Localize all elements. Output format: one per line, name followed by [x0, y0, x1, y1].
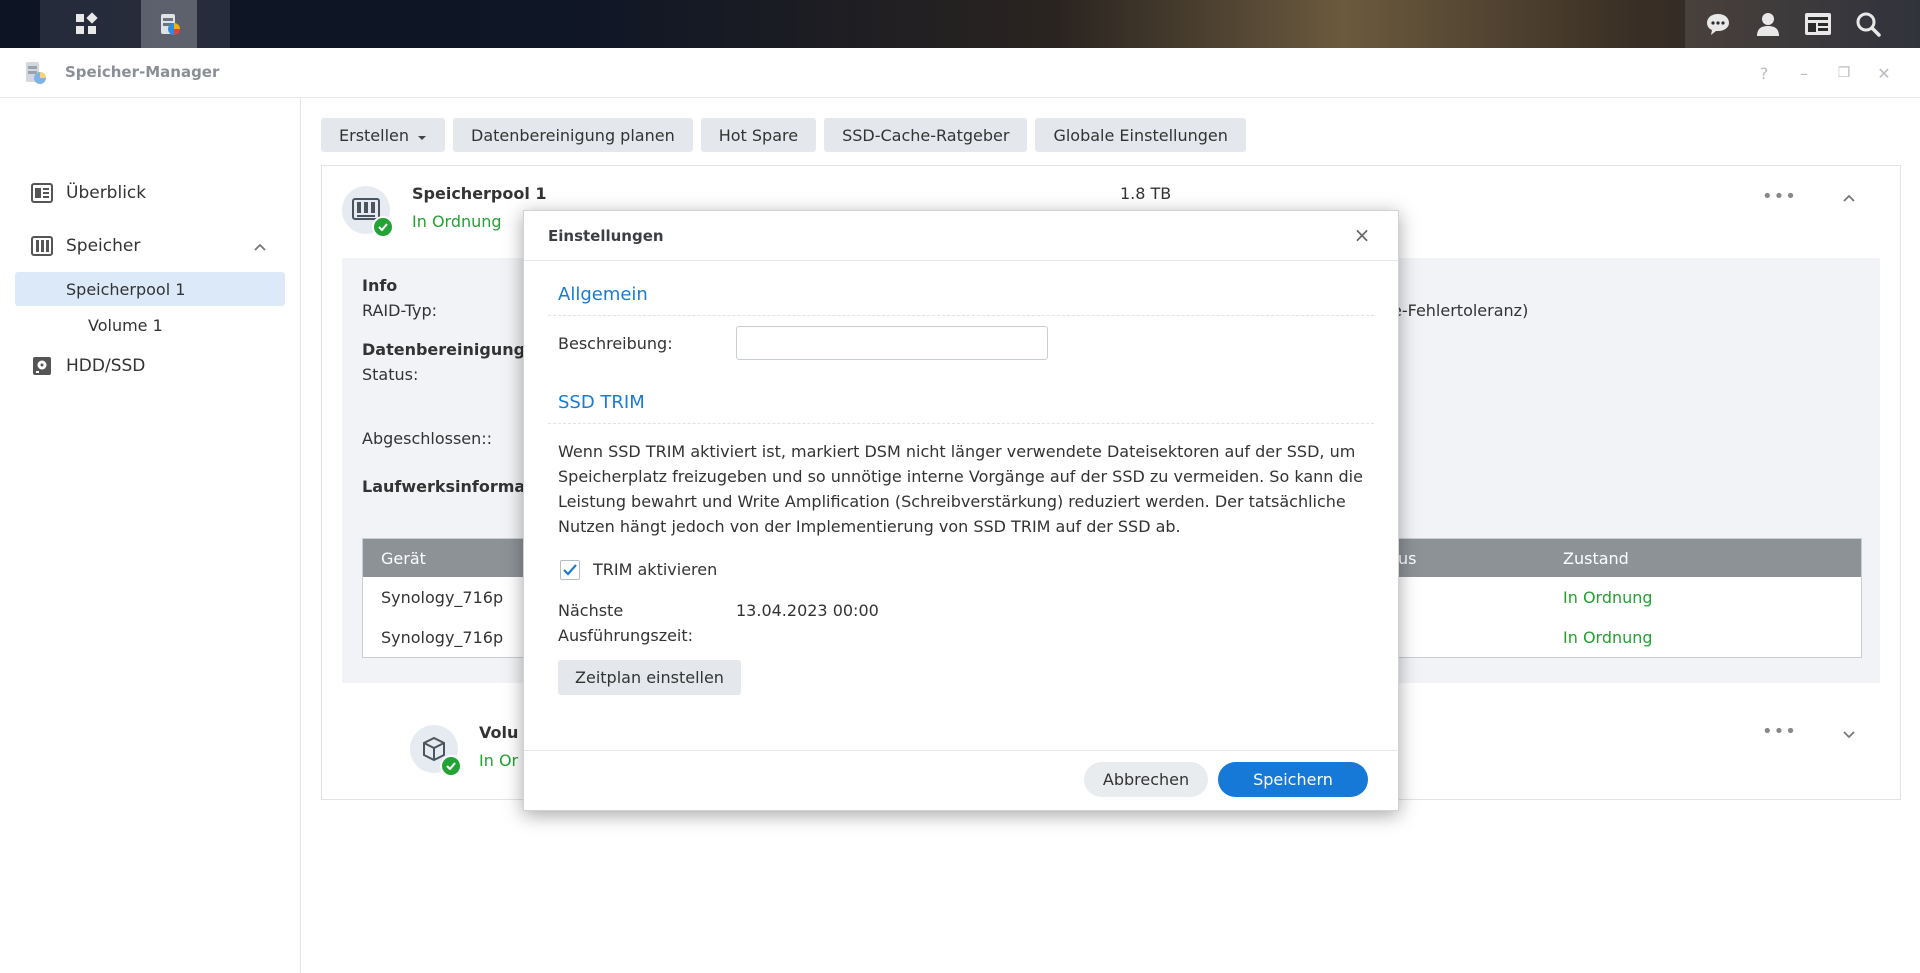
raid-type-value: e-Fehlertoleranz)	[1392, 301, 1529, 320]
next-run-label-line1: Nächste	[558, 601, 624, 620]
cancel-button[interactable]: Abbrechen	[1084, 762, 1208, 797]
chevron-down-icon[interactable]	[1842, 725, 1856, 744]
global-settings-button[interactable]: Globale Einstellungen	[1035, 118, 1246, 152]
section-divider	[548, 423, 1374, 424]
window-title: Speicher-Manager	[65, 63, 220, 81]
trim-checkbox-label[interactable]: TRIM aktivieren	[593, 560, 717, 579]
sidebar: Überblick Speicher Speicherpool 1 Volume…	[0, 98, 301, 973]
col-device: Gerät	[381, 549, 426, 568]
caret-down-icon	[417, 126, 427, 145]
chat-icon[interactable]	[1700, 0, 1736, 48]
storage-icon	[30, 234, 54, 258]
dialog-divider	[524, 260, 1398, 261]
dialog-title: Einstellungen	[548, 227, 664, 245]
info-heading: Info	[362, 276, 398, 295]
volume-name: Volu	[479, 723, 519, 742]
state-cell: In Ordnung	[1563, 588, 1653, 607]
device-cell: Synology_716p	[381, 588, 504, 607]
state-cell: In Ordnung	[1563, 628, 1653, 647]
scrub-status-label: Status:	[362, 365, 419, 384]
minimize-icon[interactable]: –	[1793, 62, 1815, 84]
search-icon[interactable]	[1850, 0, 1886, 48]
schedule-scrubbing-button[interactable]: Datenbereinigung planen	[453, 118, 693, 152]
sidebar-item-label: Überblick	[66, 183, 147, 203]
volume-status: In Or	[479, 751, 519, 770]
storage-manager-app-icon	[22, 60, 48, 86]
trim-checkbox[interactable]	[560, 560, 580, 580]
general-section-title: Allgemein	[558, 284, 648, 305]
toolbar: Erstellen Datenbereinigung planen Hot Sp…	[321, 118, 1246, 152]
sidebar-item-label: Speicher	[66, 236, 141, 256]
section-divider	[548, 315, 1374, 316]
help-icon[interactable]: ?	[1753, 62, 1775, 84]
trim-description: Wenn SSD TRIM aktiviert ist, markiert DS…	[558, 442, 1363, 536]
scrub-completed-label: Abgeschlossen::	[362, 429, 493, 448]
storage-manager-taskbar-icon[interactable]	[141, 0, 197, 48]
chevron-up-icon[interactable]	[1842, 188, 1856, 207]
window-titlebar[interactable]: Speicher-Manager ? – ❐ ✕	[0, 48, 1920, 98]
chevron-up-icon[interactable]	[253, 237, 267, 257]
pool-status: In Ordnung	[412, 212, 502, 231]
storage-pool-icon	[342, 186, 394, 238]
sidebar-item-hdd-ssd[interactable]: HDD/SSD	[30, 351, 145, 381]
raid-type-label: RAID-Typ:	[362, 301, 438, 320]
description-label: Beschreibung:	[558, 334, 673, 353]
overview-icon	[30, 181, 54, 205]
description-input[interactable]	[736, 326, 1048, 360]
close-window-icon[interactable]: ✕	[1873, 62, 1895, 84]
scrubbing-heading: Datenbereinigung	[362, 340, 526, 359]
hdd-icon	[30, 354, 54, 378]
sidebar-item-volume[interactable]: Volume 1	[15, 308, 285, 342]
sidebar-item-label: Speicherpool 1	[66, 279, 186, 299]
restore-icon[interactable]: ❐	[1833, 62, 1855, 84]
set-schedule-button[interactable]: Zeitplan einstellen	[558, 660, 741, 695]
more-options-icon[interactable]: •••	[1762, 721, 1797, 742]
dialog-footer-divider	[524, 750, 1398, 751]
hot-spare-button[interactable]: Hot Spare	[700, 118, 817, 152]
status-ok-icon	[440, 755, 462, 777]
col-status: us	[1398, 549, 1417, 568]
sidebar-item-label: HDD/SSD	[66, 356, 146, 376]
pool-name: Speicherpool 1	[412, 184, 547, 203]
create-button-label: Erstellen	[339, 125, 410, 145]
ssd-cache-advisor-button[interactable]: SSD-Cache-Ratgeber	[824, 118, 1028, 152]
sidebar-item-label: Volume 1	[88, 315, 163, 335]
sidebar-item-storage[interactable]: Speicher	[30, 231, 270, 261]
drive-info-heading: Laufwerksinforma	[362, 477, 526, 496]
sidebar-item-overview[interactable]: Überblick	[30, 178, 146, 208]
next-run-label-line2: Ausführungszeit:	[558, 626, 694, 645]
col-state: Zustand	[1563, 549, 1629, 568]
create-button[interactable]: Erstellen	[321, 118, 446, 152]
widgets-icon[interactable]	[1800, 0, 1836, 48]
desktop-taskbar	[0, 0, 1920, 48]
status-ok-icon	[372, 216, 394, 238]
pool-size: 1.8 TB	[1120, 184, 1172, 203]
user-icon[interactable]	[1750, 0, 1786, 48]
grid-icon[interactable]	[66, 0, 106, 48]
sidebar-item-pool[interactable]: Speicherpool 1	[15, 272, 285, 306]
close-icon[interactable]: ×	[1350, 223, 1374, 247]
volume-icon	[410, 725, 462, 777]
ssd-trim-section-title: SSD TRIM	[558, 392, 645, 413]
device-cell: Synology_716p	[381, 628, 504, 647]
more-options-icon[interactable]: •••	[1762, 186, 1797, 207]
settings-dialog: Einstellungen × Allgemein Beschreibung: …	[523, 210, 1399, 811]
next-run-value: 13.04.2023 00:00	[736, 601, 879, 620]
save-button[interactable]: Speichern	[1218, 762, 1368, 797]
